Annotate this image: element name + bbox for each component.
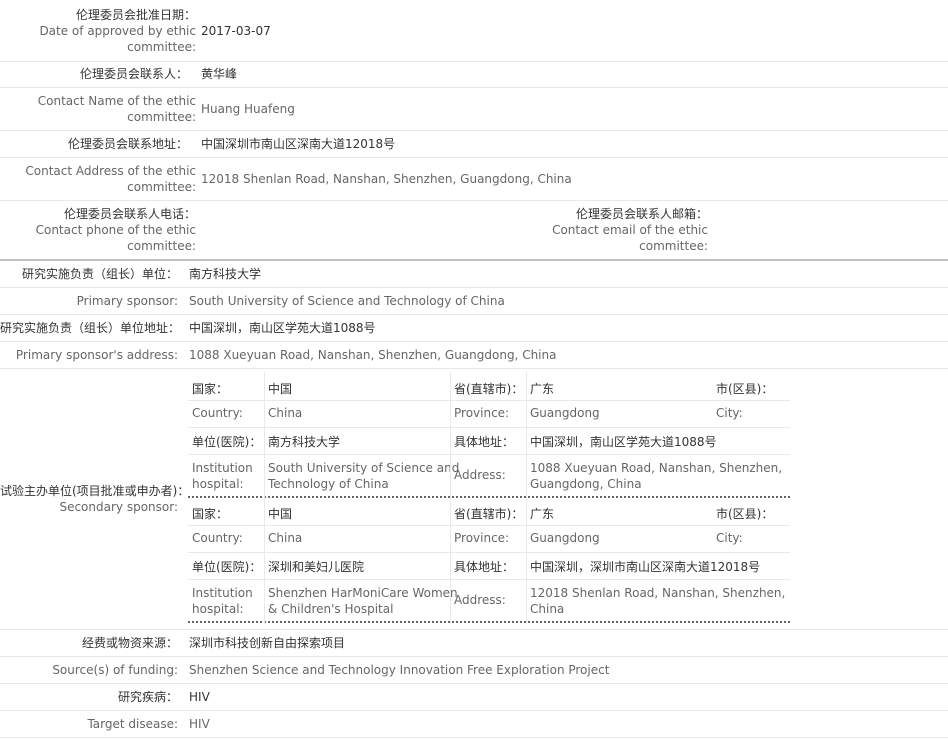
value-en: Guangdong, China xyxy=(530,477,642,491)
ethic-contact-address-value-en: 12018 Shenlan Road, Nanshan, Shenzhen, G… xyxy=(201,172,572,186)
primary-sponsor-label-en: Primary sponsor: xyxy=(76,294,178,308)
target-disease-value-zh: HIV xyxy=(189,690,210,704)
entry-separator xyxy=(188,621,790,623)
ethic-contact-name-value-zh: 黄华峰 xyxy=(201,67,238,81)
value-en: Shenzhen HarMoniCare Women xyxy=(268,586,458,600)
label-en: committee: xyxy=(639,239,708,253)
country-value-en: China xyxy=(268,531,303,545)
country-value-en: China xyxy=(268,406,303,420)
ethic-contact-address-label-zh: 伦理委员会联系地址： xyxy=(67,137,188,151)
address-value-en: 1088 Xueyuan Road, Nanshan, Shenzhen, Gu… xyxy=(530,460,782,492)
ethic-contact-address-value-zh: 中国深圳市南山区深南大道12018号 xyxy=(201,137,396,151)
funding-value-zh: 深圳市科技创新自由探索项目 xyxy=(189,636,346,650)
province-label-zh: 省(直辖市)： xyxy=(454,507,524,521)
target-disease-value-en: HIV xyxy=(189,717,210,731)
primary-sponsor-value-en: South University of Science and Technolo… xyxy=(189,294,505,308)
label-zh: 伦理委员会批准日期： xyxy=(75,8,196,22)
target-disease-label-en: Target disease: xyxy=(87,717,178,731)
address-value-zh: 中国深圳，深圳市南山区深南大道12018号 xyxy=(530,560,761,574)
ethic-contact-address-label-en: Contact Address of the ethic committee: xyxy=(0,163,196,195)
primary-sponsor-value-zh: 南方科技大学 xyxy=(189,267,262,281)
country-value-zh: 中国 xyxy=(268,507,293,521)
secondary-sponsor-label: 试验主办单位(项目批准或申办者)： Secondary sponsor: xyxy=(0,483,190,515)
value-en: 12018 Shenlan Road, Nanshan, Shenzhen, xyxy=(530,586,786,600)
city-label-en: City: xyxy=(716,531,743,545)
country-value-zh: 中国 xyxy=(268,382,293,396)
ethic-phone-label: 伦理委员会联系人电话： Contact phone of the ethic c… xyxy=(0,206,196,254)
label-en: Contact email of the ethic xyxy=(552,223,708,237)
label-en: committee: xyxy=(127,239,196,253)
label-en: committee: xyxy=(127,180,196,194)
address-label-zh: 具体地址： xyxy=(454,560,515,574)
primary-sponsor-address-label-zh: 研究实施负责（组长）单位地址： xyxy=(0,321,181,335)
primary-sponsor-address-value-zh: 中国深圳，南山区学苑大道1088号 xyxy=(189,321,376,335)
value-en: 1088 Xueyuan Road, Nanshan, Shenzhen, xyxy=(530,461,783,475)
institution-value-zh: 深圳和美妇儿医院 xyxy=(268,560,365,574)
province-label-en: Province: xyxy=(454,406,510,420)
province-value-zh: 广东 xyxy=(530,507,555,521)
province-value-en: Guangdong xyxy=(530,406,600,420)
ethic-approved-date-label: 伦理委员会批准日期： Date of approved by ethic com… xyxy=(0,7,196,55)
label-en: hospital: xyxy=(192,477,244,491)
institution-value-en: Shenzhen HarMoniCare Women & Children's … xyxy=(268,585,458,617)
primary-sponsor-label-zh: 研究实施负责（组长）单位： xyxy=(21,267,178,281)
label-zh: 伦理委员会联系人邮箱： xyxy=(575,207,708,221)
label-en: Institution xyxy=(192,586,253,600)
label-en: hospital: xyxy=(192,602,244,616)
label-zh: 伦理委员会联系人电话： xyxy=(63,207,196,221)
ethic-contact-name-label-en: Contact Name of the ethic committee: xyxy=(0,93,196,125)
value-en: Technology of China xyxy=(268,477,389,491)
address-label-zh: 具体地址： xyxy=(454,435,515,449)
province-label-en: Province: xyxy=(454,531,510,545)
address-label-en: Address: xyxy=(454,468,506,482)
country-label-en: Country: xyxy=(192,531,243,545)
address-value-en: 12018 Shenlan Road, Nanshan, Shenzhen, C… xyxy=(530,585,785,617)
value-en: South University of Science and xyxy=(268,461,460,475)
label-en: Contact phone of the ethic xyxy=(35,223,196,237)
ethic-contact-name-label-zh: 伦理委员会联系人： xyxy=(79,67,188,81)
institution-value-zh: 南方科技大学 xyxy=(268,435,341,449)
funding-label-en: Source(s) of funding: xyxy=(52,663,178,677)
institution-value-en: South University of Science and Technolo… xyxy=(268,460,459,492)
country-label-en: Country: xyxy=(192,406,243,420)
label-en: Secondary sponsor: xyxy=(59,500,178,514)
institution-label-zh: 单位(医院)： xyxy=(192,435,262,449)
institution-label-en: Institution hospital: xyxy=(192,460,253,492)
ethic-approved-date-value: 2017-03-07 xyxy=(201,24,271,38)
target-disease-label-zh: 研究疾病： xyxy=(117,690,178,704)
funding-value-en: Shenzhen Science and Technology Innovati… xyxy=(189,663,610,677)
city-label-zh: 市(区县)： xyxy=(716,507,774,521)
country-label-zh: 国家： xyxy=(192,507,229,521)
province-value-en: Guangdong xyxy=(530,531,600,545)
ethic-contact-name-value-en: Huang Huafeng xyxy=(201,102,295,116)
city-label-zh: 市(区县)： xyxy=(716,382,774,396)
city-label-en: City: xyxy=(716,406,743,420)
ethic-email-label: 伦理委员会联系人邮箱： Contact email of the ethic c… xyxy=(470,206,708,254)
address-value-zh: 中国深圳，南山区学苑大道1088号 xyxy=(530,435,717,449)
label-en: committee: xyxy=(127,40,196,54)
label-en: Contact Address of the ethic xyxy=(25,164,196,178)
label-en: committee: xyxy=(127,110,196,124)
value-en: & Children's Hospital xyxy=(268,602,394,616)
label-en: Date of approved by ethic xyxy=(39,24,196,38)
primary-sponsor-address-label-en: Primary sponsor's address: xyxy=(15,348,178,362)
entry-separator xyxy=(188,496,790,498)
label-zh: 试验主办单位(项目批准或申办者)： xyxy=(0,484,190,498)
label-en: Institution xyxy=(192,461,253,475)
section-divider xyxy=(0,259,948,261)
country-label-zh: 国家： xyxy=(192,382,229,396)
institution-label-zh: 单位(医院)： xyxy=(192,560,262,574)
value-en: China xyxy=(530,602,565,616)
label-en: Contact Name of the ethic xyxy=(37,94,196,108)
province-value-zh: 广东 xyxy=(530,382,555,396)
funding-label-zh: 经费或物资来源： xyxy=(81,636,178,650)
address-label-en: Address: xyxy=(454,593,506,607)
institution-label-en: Institution hospital: xyxy=(192,585,253,617)
province-label-zh: 省(直辖市)： xyxy=(454,382,524,396)
primary-sponsor-address-value-en: 1088 Xueyuan Road, Nanshan, Shenzhen, Gu… xyxy=(189,348,557,362)
